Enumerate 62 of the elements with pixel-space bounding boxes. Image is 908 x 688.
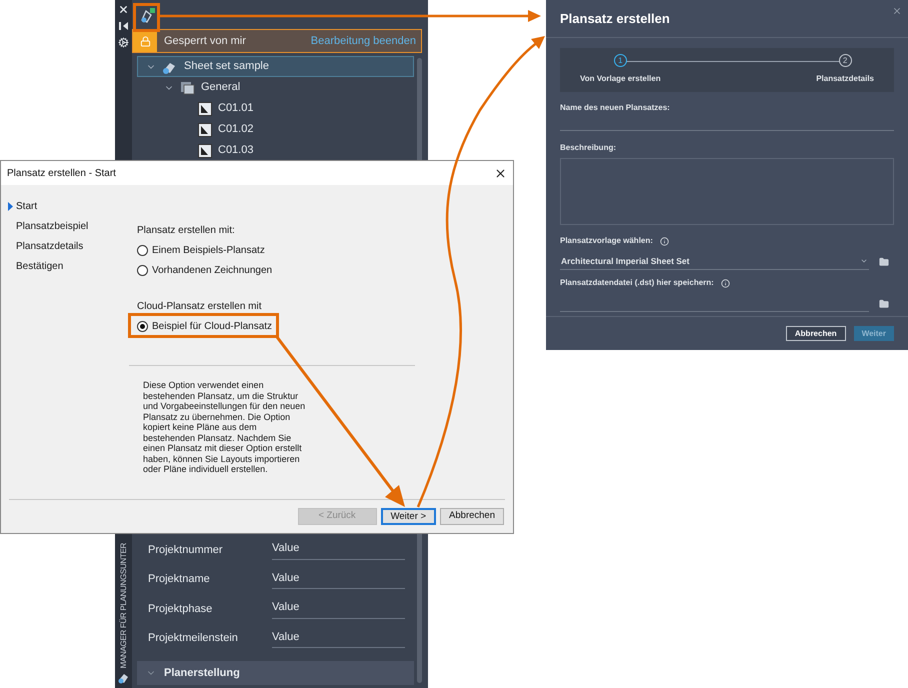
- tree-item[interactable]: General: [137, 77, 414, 98]
- radio-option[interactable]: Beispiel für Cloud-Plansatz: [137, 320, 272, 333]
- sheet-icon: [198, 122, 212, 136]
- lock-status: Gesperrt von mir: [164, 34, 246, 49]
- dialog-title: Plansatz erstellen - Start: [7, 166, 116, 180]
- wizard-step[interactable]: Bestätigen: [8, 261, 129, 272]
- panel-button[interactable]: Abbrechen: [786, 326, 846, 341]
- field-label: Name des neuen Plansatzes:: [560, 102, 671, 114]
- wizard-button[interactable]: Abbrechen: [440, 508, 504, 525]
- field-label: Beschreibung:: [560, 142, 618, 154]
- sheet-icon: [198, 144, 212, 158]
- property-label: Projektname: [148, 572, 211, 587]
- info-icon[interactable]: [720, 278, 730, 288]
- wizard-step[interactable]: Start: [8, 201, 129, 212]
- new-sheet-set-icon[interactable]: [140, 6, 156, 22]
- tree-item[interactable]: Sheet set sample: [137, 56, 414, 77]
- folder-icon[interactable]: [879, 256, 889, 266]
- palette-title: MANAGER FÜR PLANUNGSUNTER: [118, 542, 128, 668]
- property-value-field[interactable]: Value: [272, 570, 405, 589]
- sheet-icon: [198, 102, 212, 116]
- panel-title: Plansatz erstellen: [560, 10, 670, 28]
- lock-icon: [140, 36, 150, 46]
- radio-option[interactable]: Vorhandenen Zeichnungen: [137, 264, 272, 277]
- pin-icon[interactable]: [118, 21, 128, 31]
- sheet-set-icon: [118, 672, 130, 684]
- settings-icon[interactable]: [118, 37, 129, 48]
- radio-option[interactable]: Einem Beispiels-Plansatz: [137, 244, 265, 257]
- step-number: 2: [838, 54, 852, 67]
- field-label: Plansatzdatendatei (.dst) hier speichern:: [560, 277, 714, 289]
- radio-button[interactable]: [137, 265, 148, 276]
- radio-button[interactable]: [137, 321, 148, 332]
- option-description: Diese Option verwendet einen bestehenden Plansatz, um die Struktur und Vorgabeeinstellungen für den neuen Plansatz zu übernehmen. Die Option kopiert keine Pläne aus dem bestehenden Plansatz. Nachdem Sie einen Plansatz mit dieser Option erstellt haben, können Sie Layouts importieren oder Pläne individuell erstellen.: [143, 380, 306, 474]
- tree-item[interactable]: C01.01: [137, 98, 414, 119]
- close-icon[interactable]: [118, 4, 129, 15]
- group-label: Plansatz erstellen mit:: [137, 224, 235, 237]
- tree-item[interactable]: C01.02: [137, 119, 414, 140]
- close-icon[interactable]: [494, 166, 507, 180]
- section-header[interactable]: Planerstellung: [137, 661, 414, 685]
- chevron-down-icon: [860, 257, 868, 265]
- wizard-step[interactable]: Plansatzdetails: [8, 241, 129, 252]
- folder-sheets-icon: [180, 80, 195, 94]
- property-value-field[interactable]: Value: [272, 540, 405, 560]
- template-select[interactable]: Architectural Imperial Sheet Set: [560, 253, 869, 270]
- step-label: Von Vorlage erstellen: [580, 73, 661, 85]
- info-icon[interactable]: [660, 236, 669, 246]
- folder-icon[interactable]: [879, 298, 889, 308]
- property-label: Projektnummer: [148, 542, 224, 558]
- property-label: Projektmeilenstein: [148, 631, 239, 646]
- radio-button[interactable]: [137, 245, 148, 256]
- highlight-frame: [133, 3, 160, 32]
- step-number: 1: [614, 54, 627, 67]
- step-label: Plansatzdetails: [816, 73, 874, 85]
- property-value-field[interactable]: Value: [272, 628, 405, 648]
- wizard-button[interactable]: Weiter >: [380, 508, 436, 525]
- current-step-icon: [8, 202, 13, 211]
- description-field[interactable]: [560, 158, 894, 225]
- tree-item[interactable]: C01.03: [137, 140, 414, 161]
- group-label: Cloud-Plansatz erstellen mit: [137, 300, 262, 313]
- wizard-step[interactable]: Plansatzbeispiel: [8, 221, 129, 232]
- field-label: Plansatzvorlage wählen:: [560, 235, 653, 247]
- property-label: Projektphase: [148, 602, 214, 616]
- property-value-field[interactable]: Value: [272, 599, 405, 618]
